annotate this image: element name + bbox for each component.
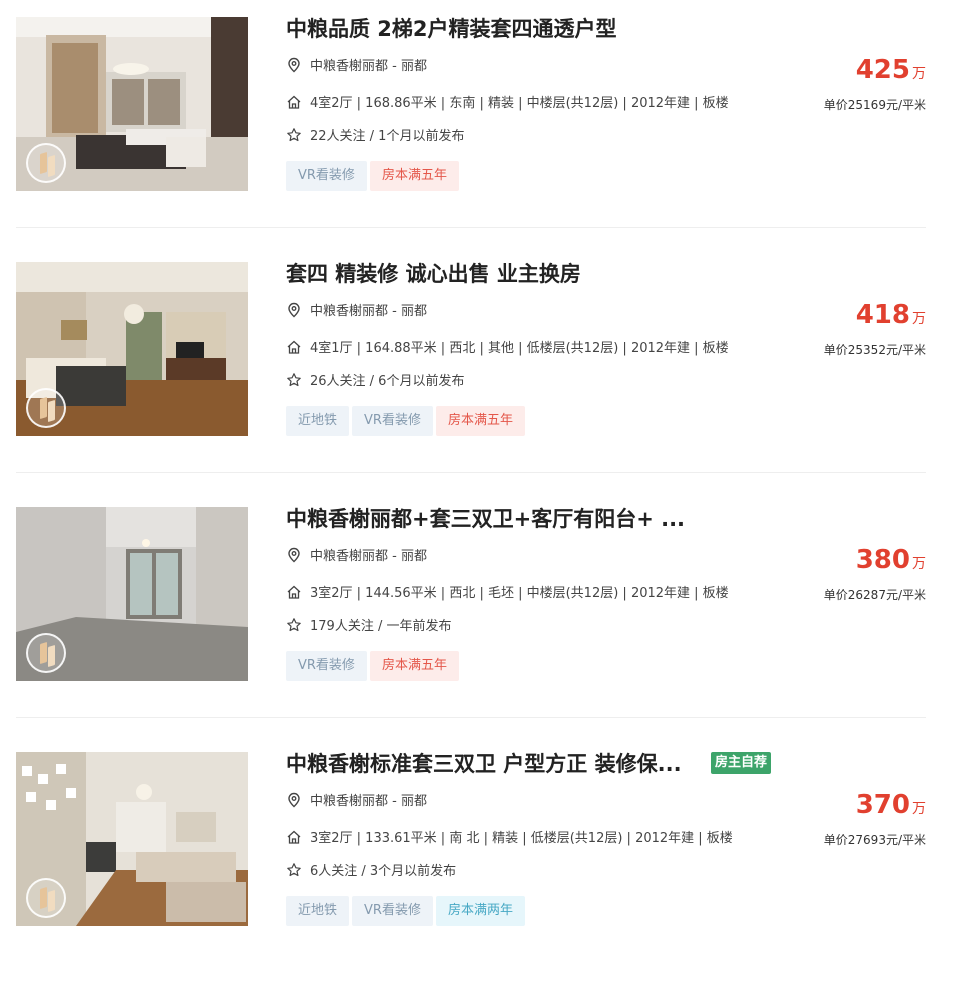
total-price: 425 万 (856, 55, 926, 85)
address-text[interactable]: 中粮香榭丽都 - 丽都 (310, 794, 427, 809)
tag: VR看装修 (352, 896, 433, 926)
house-info-text: 4室2厅 | 168.86平米 | 东南 | 精装 | 中楼层(共12层) | … (310, 96, 729, 111)
star-icon (286, 127, 302, 143)
listing-house-info: 4室1厅 | 164.88平米 | 西北 | 其他 | 低楼层(共12层) | … (286, 339, 729, 358)
total-price-value: 418 (855, 300, 910, 330)
price-unit: 万 (912, 66, 926, 82)
listing-list: 中粮品质 2梯2户精装套四通透户型 中粮香榭丽都 - 丽都 4室2厅 | 168… (0, 0, 956, 945)
house-info-text: 3室2厅 | 144.56平米 | 西北 | 毛坯 | 中楼层(共12层) | … (310, 586, 729, 601)
listing-house-info: 4室2厅 | 168.86平米 | 东南 | 精装 | 中楼层(共12层) | … (286, 94, 729, 113)
follow-info-text: 6人关注 / 3个月以前发布 (310, 864, 457, 879)
tag: 房本满两年 (435, 896, 525, 926)
listing-item[interactable]: 套四 精装修 诚心出售 业主换房 中粮香榭丽都 - 丽都 4室1厅 | 164.… (16, 262, 926, 492)
listing-follow-info: 179人关注 / 一年前发布 (286, 617, 451, 636)
price-unit: 万 (912, 311, 926, 327)
address-text[interactable]: 中粮香榭丽都 - 丽都 (310, 549, 427, 564)
unit-price: 单价27693元/平米 (823, 833, 926, 847)
listing-title[interactable]: 中粮香榭标准套三双卫 户型方正 装修保... (286, 752, 682, 776)
total-price-value: 425 (855, 55, 910, 85)
listing-follow-info: 22人关注 / 1个月以前发布 (286, 127, 464, 146)
tag: VR看装修 (286, 651, 367, 681)
tag-list: 近地铁 VR看装修 房本满五年 (286, 406, 528, 436)
unit-price: 单价26287元/平米 (823, 588, 926, 602)
total-price: 418 万 (856, 300, 926, 330)
location-pin-icon (286, 302, 302, 318)
total-price-value: 370 (855, 790, 910, 820)
listing-photo[interactable] (16, 752, 248, 926)
price-unit: 万 (912, 556, 926, 572)
tag-list: 近地铁 VR看装修 房本满两年 (286, 896, 528, 926)
listing-title[interactable]: 套四 精装修 诚心出售 业主换房 (286, 262, 581, 286)
follow-info-text: 22人关注 / 1个月以前发布 (310, 129, 465, 144)
vr-badge-icon (26, 388, 66, 428)
listing-address[interactable]: 中粮香榭丽都 - 丽都 (286, 792, 427, 811)
listing-item[interactable]: 中粮品质 2梯2户精装套四通透户型 中粮香榭丽都 - 丽都 4室2厅 | 168… (16, 17, 926, 247)
vr-badge-icon (26, 633, 66, 673)
follow-info-text: 179人关注 / 一年前发布 (310, 619, 452, 634)
location-pin-icon (286, 792, 302, 808)
tag: 房本满五年 (435, 406, 525, 436)
listing-title[interactable]: 中粮香榭丽都+套三双卫+客厅有阳台+ ... (286, 507, 685, 531)
total-price-value: 380 (855, 545, 910, 575)
star-icon (286, 617, 302, 633)
tag: VR看装修 (286, 161, 367, 191)
listing-address[interactable]: 中粮香榭丽都 - 丽都 (286, 547, 427, 566)
listing-photo[interactable] (16, 507, 248, 681)
listing-photo[interactable] (16, 262, 248, 436)
location-pin-icon (286, 547, 302, 563)
tag-list: VR看装修 房本满五年 (286, 161, 462, 191)
house-icon (286, 339, 302, 355)
tag: 近地铁 (286, 896, 350, 926)
tag: 近地铁 (286, 406, 350, 436)
tag: VR看装修 (352, 406, 433, 436)
star-icon (286, 372, 302, 388)
total-price: 370 万 (856, 790, 926, 820)
unit-price: 单价25352元/平米 (823, 343, 926, 357)
listing-house-info: 3室2厅 | 133.61平米 | 南 北 | 精装 | 低楼层(共12层) |… (286, 829, 733, 848)
star-icon (286, 862, 302, 878)
house-info-text: 4室1厅 | 164.88平米 | 西北 | 其他 | 低楼层(共12层) | … (310, 341, 729, 356)
tag-list: VR看装修 房本满五年 (286, 651, 462, 681)
listing-follow-info: 26人关注 / 6个月以前发布 (286, 372, 464, 391)
price-unit: 万 (912, 801, 926, 817)
owner-recommend-tag: 房主自荐 (711, 752, 772, 774)
listing-photo[interactable] (16, 17, 248, 191)
house-icon (286, 94, 302, 110)
house-icon (286, 584, 302, 600)
unit-price: 单价25169元/平米 (823, 98, 926, 112)
listing-item[interactable]: 中粮香榭丽都+套三双卫+客厅有阳台+ ... 中粮香榭丽都 - 丽都 3室2厅 … (16, 507, 926, 737)
tag: 房本满五年 (369, 161, 459, 191)
address-text[interactable]: 中粮香榭丽都 - 丽都 (310, 304, 427, 319)
house-icon (286, 829, 302, 845)
follow-info-text: 26人关注 / 6个月以前发布 (310, 374, 465, 389)
vr-badge-icon (26, 878, 66, 918)
vr-badge-icon (26, 143, 66, 183)
address-text[interactable]: 中粮香榭丽都 - 丽都 (310, 59, 427, 74)
total-price: 380 万 (856, 545, 926, 575)
listing-house-info: 3室2厅 | 144.56平米 | 西北 | 毛坯 | 中楼层(共12层) | … (286, 584, 729, 603)
listing-address[interactable]: 中粮香榭丽都 - 丽都 (286, 57, 427, 76)
tag: 房本满五年 (369, 651, 459, 681)
listing-item[interactable]: 中粮香榭标准套三双卫 户型方正 装修保... 房主自荐 中粮香榭丽都 - 丽都 … (16, 752, 926, 982)
listing-address[interactable]: 中粮香榭丽都 - 丽都 (286, 302, 427, 321)
house-info-text: 3室2厅 | 133.61平米 | 南 北 | 精装 | 低楼层(共12层) |… (310, 831, 733, 846)
listing-follow-info: 6人关注 / 3个月以前发布 (286, 862, 456, 881)
listing-title[interactable]: 中粮品质 2梯2户精装套四通透户型 (286, 17, 617, 41)
location-pin-icon (286, 57, 302, 73)
